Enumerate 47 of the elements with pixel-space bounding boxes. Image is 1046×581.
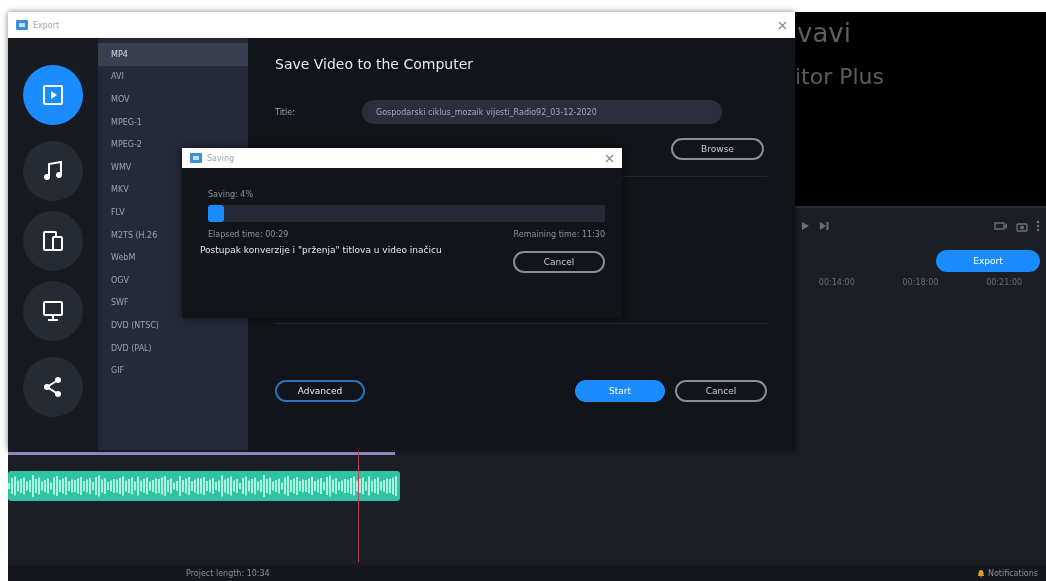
time-label: 00:21:00 [986,278,1023,287]
cancel-button[interactable]: Cancel [513,251,605,273]
format-item[interactable]: MPEG-2 [98,133,248,156]
progress-status: Saving: 4% [208,190,254,199]
notifications-link[interactable]: Notifications [987,568,1038,578]
format-item[interactable]: MP4 [98,43,248,66]
time-label: 00:14:00 [818,278,855,287]
format-item[interactable]: AVI [98,65,248,89]
cancel-button[interactable]: Cancel [675,380,767,402]
project-length: Project length: 10:34 [186,568,270,578]
format-item[interactable]: MOV [98,88,248,111]
advanced-button[interactable]: Advanced [275,380,365,402]
remaining-time: Remaining time: 11:30 [513,230,605,239]
preview-text: itor Plus [795,63,886,91]
devices-icon [42,230,64,252]
app-icon [16,20,28,30]
format-item[interactable]: GIF [98,359,248,382]
browse-button[interactable]: Browse [671,138,764,160]
camera-icon[interactable] [994,221,1008,231]
start-button[interactable]: Start [575,380,665,402]
music-note-icon [42,160,64,182]
more-icon[interactable] [1036,220,1040,232]
skip-end-icon[interactable] [819,221,829,231]
format-item[interactable]: MPEG-1 [98,110,248,134]
dialog-heading: Save Video to the Computer [275,56,475,72]
time-label: 00:18:00 [902,278,939,287]
preview-text: vavi [796,18,852,48]
snapshot-icon[interactable] [1016,220,1028,232]
share-icon [42,376,64,398]
video-icon [42,84,64,106]
window-title: Export [33,20,60,30]
app-icon [190,153,202,163]
category-tab[interactable] [23,65,83,125]
conversion-message: Postupak konverzije i "prženja" titlova u video inačicu [200,245,442,255]
close-icon[interactable] [778,20,787,30]
close-icon[interactable] [605,153,614,163]
field-label: Title: [275,107,296,117]
elapsed-time: Elapsed time: 00:29 [208,230,289,239]
play-icon[interactable] [801,221,811,231]
export-button[interactable]: Export [936,250,1040,272]
bell-icon[interactable] [976,568,985,578]
window-title: Saving [207,153,235,163]
audio-clip[interactable] [8,471,400,501]
format-item[interactable]: DVD (PAL) [98,336,248,360]
title-field[interactable]: Gospodarski ciklus_mozaik vijesti_Radio92_03-12-2020 [362,100,722,124]
format-item[interactable]: DVD (NTSC) [98,314,248,337]
monitor-icon [42,300,64,322]
